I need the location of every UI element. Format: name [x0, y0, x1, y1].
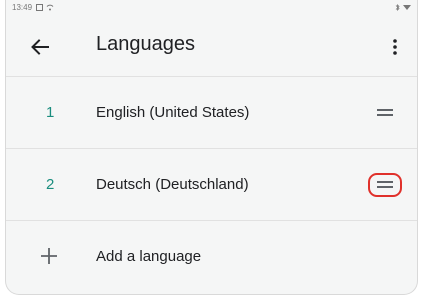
drag-handle[interactable] [369, 101, 401, 125]
drag-handle-icon [377, 109, 393, 116]
language-index: 2 [46, 176, 55, 193]
back-button[interactable] [28, 35, 52, 59]
more-vert-icon [393, 39, 397, 55]
language-item[interactable]: 1 English (United States) [6, 77, 417, 149]
more-options-button[interactable] [383, 35, 407, 59]
app-bar: Languages [6, 14, 417, 77]
status-bar: 13:49 [6, 0, 417, 14]
device-screen: 13:49 Languages 1 English (United States… [5, 0, 418, 295]
language-item[interactable]: 2 Deutsch (Deutschland) [6, 149, 417, 221]
status-right-icons [395, 3, 411, 11]
status-time: 13:49 [12, 2, 33, 12]
page-title: Languages [96, 33, 195, 55]
language-name: Deutsch (Deutschland) [96, 176, 249, 193]
drag-handle-icon [377, 181, 393, 188]
language-index: 1 [46, 104, 55, 121]
status-left-icons [36, 3, 54, 11]
notification-icon [36, 3, 44, 11]
add-language-button[interactable]: Add a language [6, 221, 417, 291]
wifi-signal-icon [403, 4, 411, 10]
bluetooth-icon [395, 3, 400, 11]
language-name: English (United States) [96, 104, 250, 121]
drag-handle[interactable] [368, 172, 402, 197]
wifi-status-icon [46, 4, 54, 10]
plus-icon [39, 246, 59, 266]
arrow-back-icon [31, 39, 49, 55]
add-language-label: Add a language [96, 247, 202, 265]
